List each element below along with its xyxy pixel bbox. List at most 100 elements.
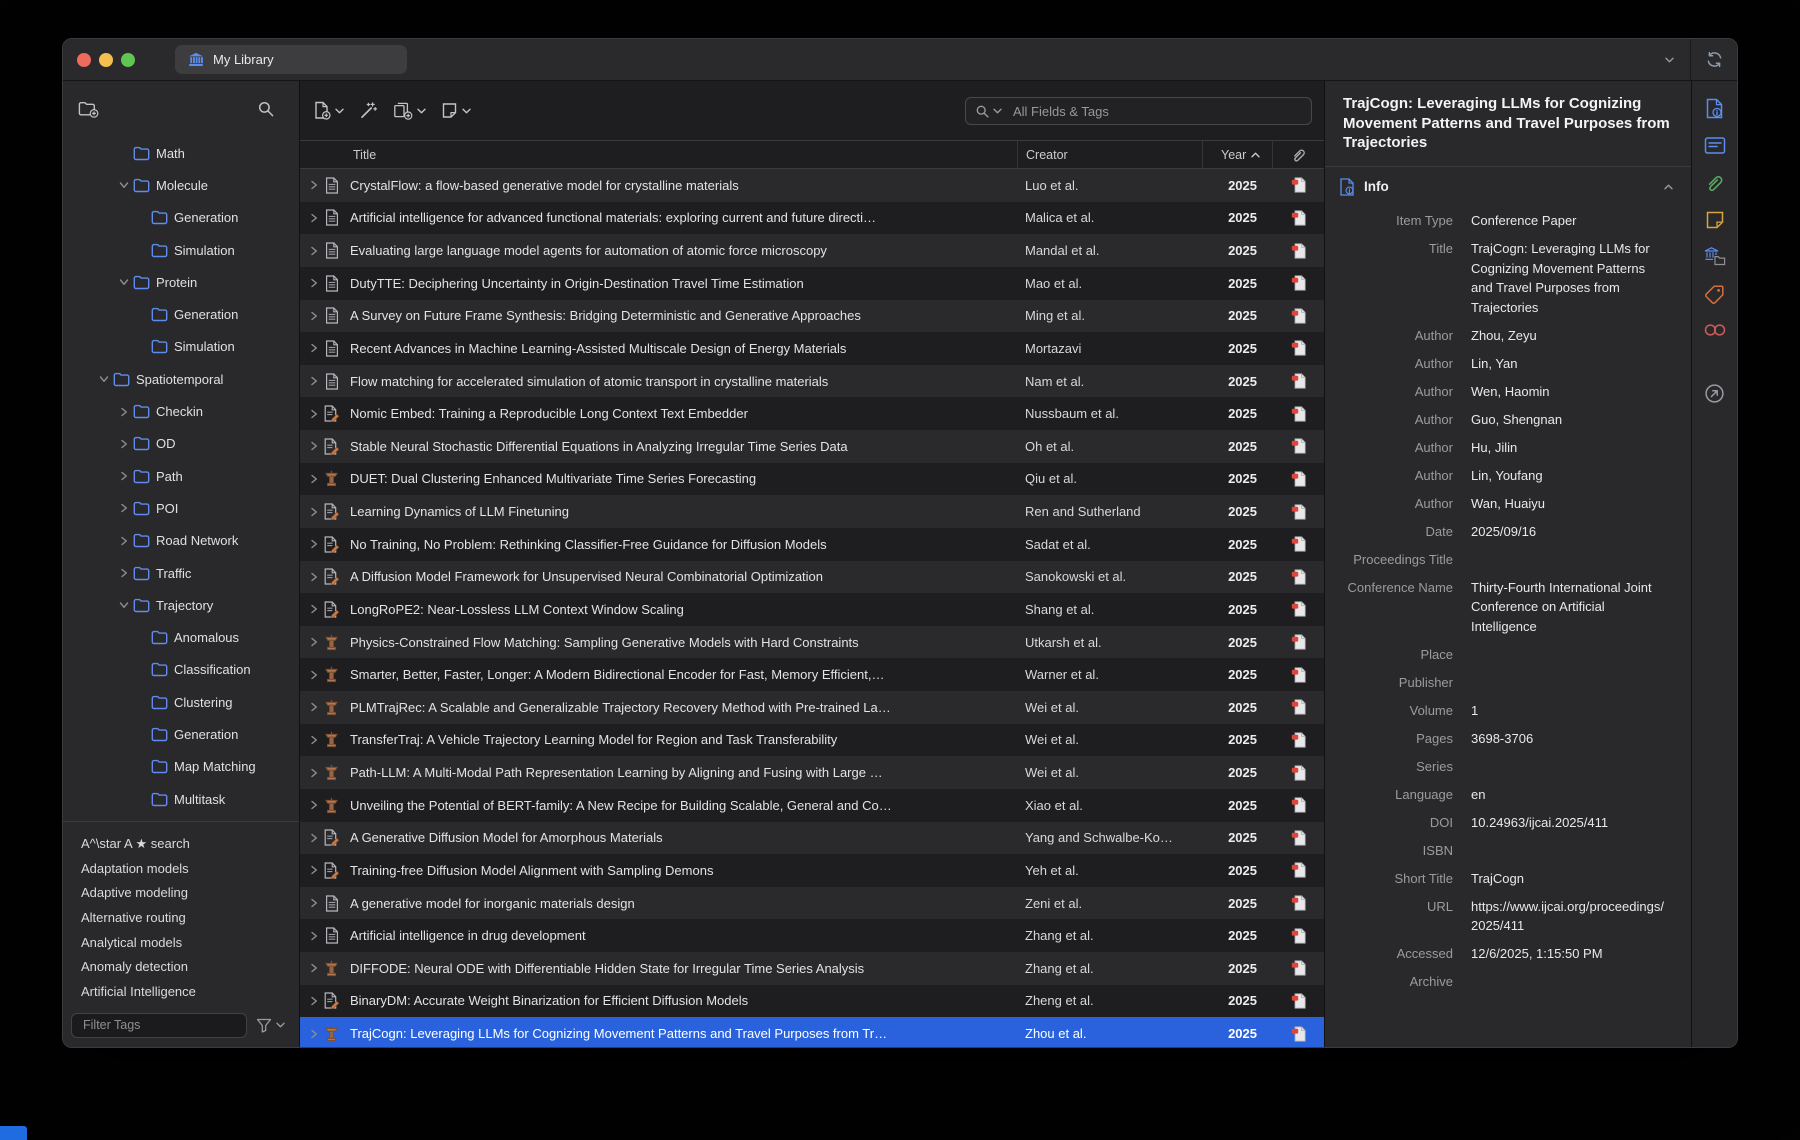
table-row[interactable]: BinaryDM: Accurate Weight Binarization f… — [300, 985, 1324, 1018]
tag-item[interactable]: Analytical models — [81, 931, 299, 956]
libraries-collections-icon[interactable] — [1704, 247, 1726, 267]
sidebar-collection-generation[interactable]: Generation — [63, 718, 299, 750]
collection-chevron-right-icon[interactable] — [117, 536, 131, 546]
info-field-value[interactable]: 3698-3706 — [1471, 729, 1667, 749]
info-field-value[interactable] — [1471, 550, 1667, 570]
info-field-value[interactable]: 12/6/2025, 1:15:50 PM — [1471, 944, 1667, 964]
tags-icon[interactable] — [1704, 284, 1725, 305]
sidebar-collection-poi[interactable]: POI — [63, 492, 299, 524]
table-row[interactable]: Physics-Constrained Flow Matching: Sampl… — [300, 626, 1324, 659]
table-row[interactable]: PLMTrajRec: A Scalable and Generalizable… — [300, 691, 1324, 724]
related-icon[interactable] — [1704, 322, 1726, 338]
search-scope-chevron-down-icon[interactable] — [993, 108, 1002, 114]
table-row[interactable]: TrajCogn: Leveraging LLMs for Cognizing … — [300, 1017, 1324, 1047]
pdf-attachment-icon[interactable] — [1291, 928, 1306, 944]
notes-icon[interactable] — [1705, 210, 1725, 230]
sidebar-collection-protein[interactable]: Protein — [63, 266, 299, 298]
row-expand-chevron-right-icon[interactable] — [307, 604, 321, 614]
info-field-value[interactable]: Lin, Yan — [1471, 354, 1667, 374]
row-expand-chevron-right-icon[interactable] — [307, 539, 321, 549]
sidebar-collection-spatiotemporal[interactable]: Spatiotemporal — [63, 363, 299, 395]
info-field-value[interactable] — [1471, 645, 1667, 665]
row-expand-chevron-right-icon[interactable] — [307, 507, 321, 517]
row-expand-chevron-right-icon[interactable] — [307, 931, 321, 941]
tag-item[interactable]: Adaptive modeling — [81, 881, 299, 906]
info-icon[interactable] — [1705, 98, 1724, 119]
info-field-value[interactable]: Wan, Huaiyu — [1471, 494, 1667, 514]
table-row[interactable]: Stable Neural Stochastic Differential Eq… — [300, 430, 1324, 463]
collection-chevron-down-icon[interactable] — [97, 374, 111, 384]
pdf-attachment-icon[interactable] — [1291, 732, 1306, 748]
collection-chevron-right-icon[interactable] — [117, 568, 131, 578]
table-row[interactable]: DUET: Dual Clustering Enhanced Multivari… — [300, 463, 1324, 496]
pdf-attachment-icon[interactable] — [1291, 210, 1306, 226]
row-expand-chevron-right-icon[interactable] — [307, 278, 321, 288]
pdf-attachment-icon[interactable] — [1291, 243, 1306, 259]
pdf-attachment-icon[interactable] — [1291, 373, 1306, 389]
info-field-value[interactable]: Zhou, Zeyu — [1471, 326, 1667, 346]
table-row[interactable]: Artificial intelligence for advanced fun… — [300, 202, 1324, 235]
sidebar-collection-anomalous[interactable]: Anomalous — [63, 621, 299, 653]
collection-search-icon[interactable] — [257, 100, 275, 118]
row-expand-chevron-right-icon[interactable] — [307, 572, 321, 582]
pdf-attachment-icon[interactable] — [1291, 1026, 1306, 1042]
row-expand-chevron-right-icon[interactable] — [307, 670, 321, 680]
info-field-value[interactable] — [1471, 972, 1667, 992]
add-attachment-button[interactable] — [393, 102, 426, 120]
collection-chevron-down-icon[interactable] — [117, 600, 131, 610]
tag-item[interactable]: A^\star A ★ search — [81, 832, 299, 857]
row-expand-chevron-right-icon[interactable] — [307, 800, 321, 810]
info-field-value[interactable]: 2025/09/16 — [1471, 522, 1667, 542]
collection-chevron-right-icon[interactable] — [117, 471, 131, 481]
pdf-attachment-icon[interactable] — [1291, 634, 1306, 650]
tag-item[interactable]: Anomaly detection — [81, 955, 299, 980]
row-expand-chevron-right-icon[interactable] — [307, 637, 321, 647]
tag-item[interactable]: Adaptation models — [81, 857, 299, 882]
tag-filter-field[interactable] — [71, 1013, 247, 1038]
info-field-value[interactable] — [1471, 757, 1667, 777]
row-expand-chevron-right-icon[interactable] — [307, 735, 321, 745]
locate-icon[interactable] — [1704, 383, 1725, 404]
info-field-value[interactable]: Wen, Haomin — [1471, 382, 1667, 402]
table-row[interactable]: DutyTTE: Deciphering Uncertainty in Orig… — [300, 267, 1324, 300]
sidebar-collection-simulation[interactable]: Simulation — [63, 234, 299, 266]
row-expand-chevron-right-icon[interactable] — [307, 213, 321, 223]
zoom-window-button[interactable] — [121, 53, 135, 67]
pdf-attachment-icon[interactable] — [1291, 830, 1306, 846]
filter-chevron-down-icon[interactable] — [276, 1022, 285, 1028]
table-row[interactable]: Smarter, Better, Faster, Longer: A Moder… — [300, 658, 1324, 691]
sidebar-collection-math[interactable]: Math — [63, 137, 299, 169]
info-field-value[interactable]: TrajCogn — [1471, 869, 1667, 889]
tag-filter-input[interactable] — [81, 1017, 225, 1033]
sidebar-collection-simulation[interactable]: Simulation — [63, 331, 299, 363]
table-row[interactable]: Learning Dynamics of LLM FinetuningRen a… — [300, 495, 1324, 528]
new-collection-button[interactable] — [78, 101, 99, 118]
info-field-value[interactable]: en — [1471, 785, 1667, 805]
table-row[interactable]: CrystalFlow: a flow-based generative mod… — [300, 169, 1324, 202]
table-row[interactable]: A Diffusion Model Framework for Unsuperv… — [300, 561, 1324, 594]
pdf-attachment-icon[interactable] — [1291, 536, 1306, 552]
pdf-attachment-icon[interactable] — [1291, 308, 1306, 324]
table-row[interactable]: Flow matching for accelerated simulation… — [300, 365, 1324, 398]
collection-chevron-down-icon[interactable] — [117, 277, 131, 287]
table-row[interactable]: A generative model for inorganic materia… — [300, 887, 1324, 920]
minimize-window-button[interactable] — [99, 53, 113, 67]
row-expand-chevron-right-icon[interactable] — [307, 441, 321, 451]
pdf-attachment-icon[interactable] — [1291, 569, 1306, 585]
sidebar-collection-trajectory[interactable]: Trajectory — [63, 589, 299, 621]
info-field-value[interactable]: 1 — [1471, 701, 1667, 721]
collapse-section-chevron-up-icon[interactable] — [1664, 184, 1673, 190]
row-expand-chevron-right-icon[interactable] — [307, 376, 321, 386]
info-field-value[interactable]: 10.24963/ijcai.2025/411 — [1471, 813, 1667, 833]
attachments-icon[interactable] — [1704, 172, 1725, 193]
column-header-creator[interactable]: Creator — [1017, 141, 1202, 168]
info-field-value[interactable] — [1471, 673, 1667, 693]
row-expand-chevron-right-icon[interactable] — [307, 865, 321, 875]
collection-chevron-down-icon[interactable] — [117, 180, 131, 190]
table-row[interactable]: Training-free Diffusion Model Alignment … — [300, 854, 1324, 887]
pdf-attachment-icon[interactable] — [1291, 895, 1306, 911]
abstract-icon[interactable] — [1704, 136, 1726, 155]
row-expand-chevron-right-icon[interactable] — [307, 963, 321, 973]
info-field-value[interactable]: TrajCogn: Leveraging LLMs for Cognizing … — [1471, 239, 1667, 317]
pdf-attachment-icon[interactable] — [1291, 275, 1306, 291]
